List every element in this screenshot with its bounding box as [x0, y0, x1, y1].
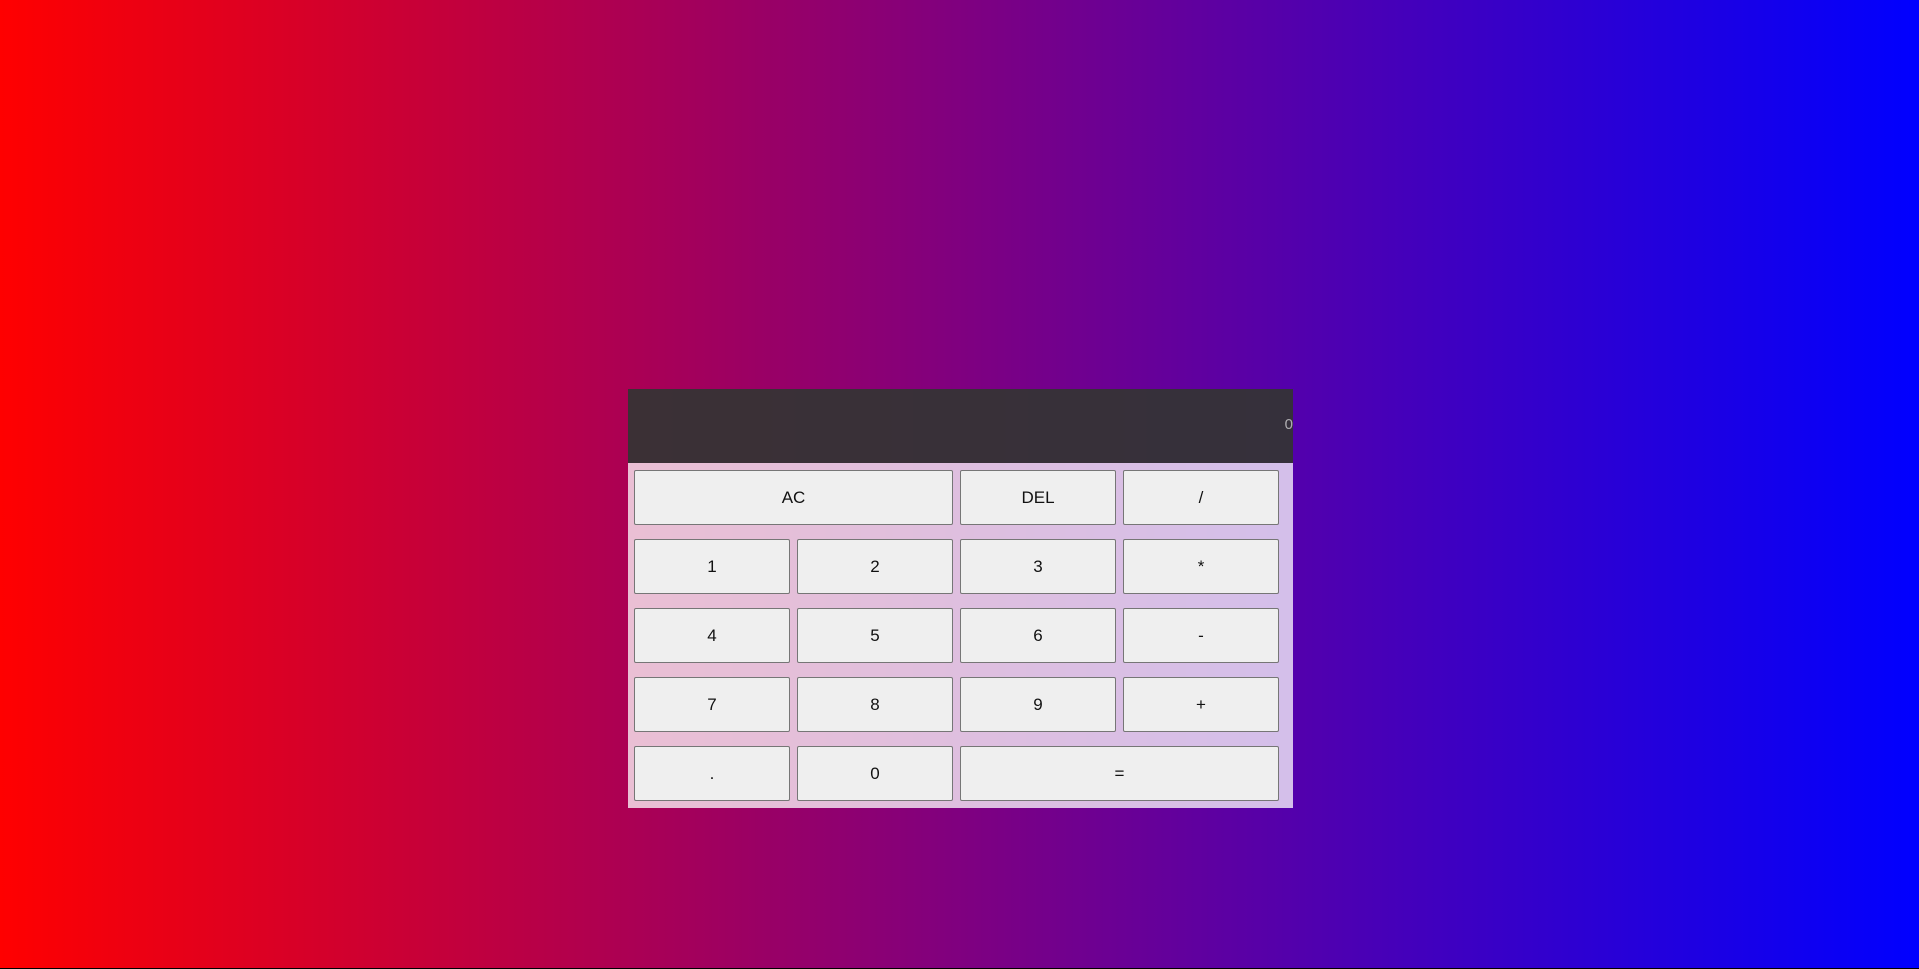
digit-0-button[interactable]: 0: [797, 746, 953, 801]
digit-7-button[interactable]: 7: [634, 677, 790, 732]
delete-button[interactable]: DEL: [960, 470, 1116, 525]
decimal-button[interactable]: .: [634, 746, 790, 801]
calculator: 0 AC DEL / 1 2 3 * 4 5 6 - 7 8 9 + . 0 =: [628, 389, 1293, 808]
digit-2-button[interactable]: 2: [797, 539, 953, 594]
digit-3-button[interactable]: 3: [960, 539, 1116, 594]
digit-5-button[interactable]: 5: [797, 608, 953, 663]
divide-button[interactable]: /: [1123, 470, 1279, 525]
calculator-display: 0: [628, 389, 1293, 463]
display-value: 0: [1284, 416, 1293, 433]
digit-8-button[interactable]: 8: [797, 677, 953, 732]
digit-9-button[interactable]: 9: [960, 677, 1116, 732]
equals-button[interactable]: =: [960, 746, 1279, 801]
add-button[interactable]: +: [1123, 677, 1279, 732]
keypad: AC DEL / 1 2 3 * 4 5 6 - 7 8 9 + . 0 =: [634, 470, 1288, 805]
multiply-button[interactable]: *: [1123, 539, 1279, 594]
all-clear-button[interactable]: AC: [634, 470, 953, 525]
digit-6-button[interactable]: 6: [960, 608, 1116, 663]
digit-1-button[interactable]: 1: [634, 539, 790, 594]
subtract-button[interactable]: -: [1123, 608, 1279, 663]
digit-4-button[interactable]: 4: [634, 608, 790, 663]
